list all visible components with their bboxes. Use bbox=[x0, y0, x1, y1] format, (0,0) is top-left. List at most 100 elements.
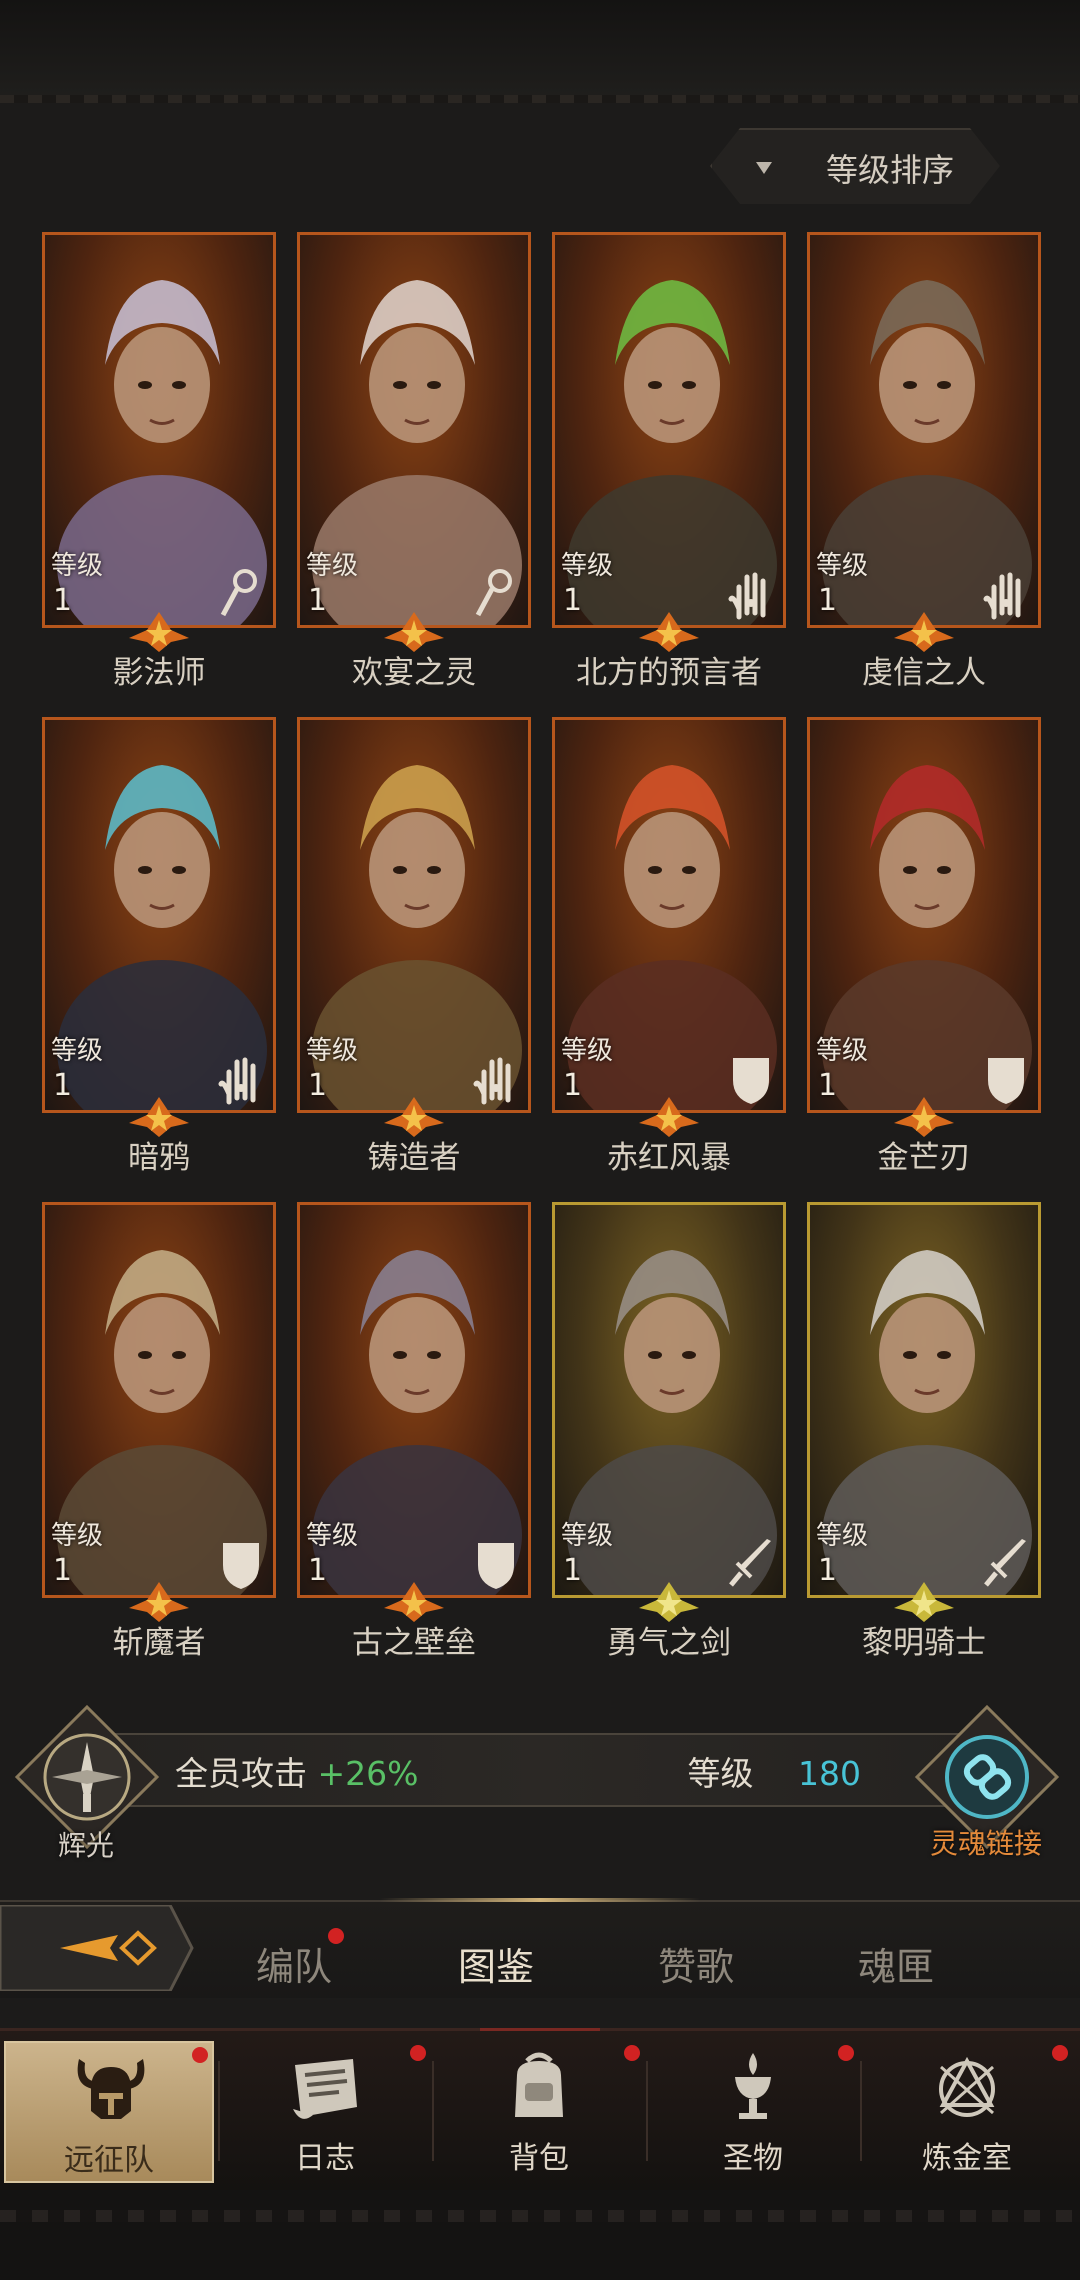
hero-level-value: 1 bbox=[308, 583, 328, 618]
hero-portrait-frame: 等级 1 bbox=[297, 1202, 531, 1598]
alchemy-icon bbox=[939, 2056, 995, 2117]
hero-level-value: 1 bbox=[308, 1068, 328, 1103]
hero-portrait-frame: 等级 1 bbox=[552, 232, 786, 628]
hero-card[interactable]: 等级 1 铸造者 bbox=[297, 717, 531, 1187]
star-emblem-icon bbox=[129, 1097, 189, 1137]
tab-formation-label: 编队 bbox=[255, 1945, 332, 1989]
backpack-icon bbox=[515, 2052, 563, 2117]
team-stat-bar: 全员攻击 +26% 等级 180 bbox=[95, 1733, 985, 1807]
hero-level-value: 1 bbox=[818, 1068, 838, 1103]
hero-level-value: 1 bbox=[53, 1068, 73, 1103]
notification-dot bbox=[838, 2045, 854, 2061]
notification-dot bbox=[1052, 2045, 1068, 2061]
shield-icon bbox=[478, 1543, 514, 1589]
star-emblem-icon bbox=[639, 1097, 699, 1137]
tab-codex-label: 图鉴 bbox=[457, 1945, 534, 1989]
team-attack-stat: 全员攻击 +26% bbox=[175, 1747, 419, 1795]
star-emblem-icon bbox=[129, 1582, 189, 1622]
star-emblem-icon bbox=[894, 1582, 954, 1622]
attack-label: 全员攻击 bbox=[175, 1754, 307, 1793]
tab-formation[interactable]: 编队 bbox=[224, 1928, 364, 1991]
tab-soul-box-label: 魂匣 bbox=[857, 1945, 934, 1989]
attack-value: +26% bbox=[317, 1754, 419, 1793]
hero-card[interactable]: 等级 1 欢宴之灵 bbox=[297, 232, 531, 702]
sword-icon bbox=[729, 1539, 771, 1587]
hero-portrait-frame: 等级 1 bbox=[807, 1202, 1041, 1598]
nav-expedition-label: 远征队 bbox=[64, 2143, 154, 2178]
scroll-icon bbox=[293, 2059, 357, 2119]
shield-icon bbox=[988, 1058, 1024, 1104]
viking-helmet-icon bbox=[77, 2059, 145, 2119]
soul-link-label: 灵魂链接 bbox=[930, 1827, 1043, 1860]
dropdown-triangle-icon bbox=[756, 162, 772, 174]
hand-icon bbox=[218, 1057, 256, 1105]
sword-icon bbox=[984, 1539, 1026, 1587]
tab-soul-box[interactable]: 魂匣 bbox=[826, 1936, 966, 1991]
hero-portrait-frame: 等级 1 bbox=[42, 717, 276, 1113]
top-ornament-band bbox=[0, 0, 1080, 103]
nav-relics[interactable]: 圣物 bbox=[648, 2041, 858, 2183]
hero-level-value: 1 bbox=[563, 1553, 583, 1588]
hero-card[interactable]: 等级 1 斩魔者 bbox=[42, 1202, 276, 1672]
hero-name: 黎明骑士 bbox=[862, 1625, 986, 1661]
hero-portrait-frame: 等级 1 bbox=[42, 232, 276, 628]
hero-portrait-frame: 等级 1 bbox=[42, 1202, 276, 1598]
hero-level-label: 等级 bbox=[306, 551, 359, 581]
hero-level-label: 等级 bbox=[51, 1521, 104, 1551]
hero-card[interactable]: 等级 1 金芒刃 bbox=[807, 717, 1041, 1187]
notification-dot bbox=[624, 2045, 640, 2061]
radiance-label: 辉光 bbox=[58, 1829, 115, 1862]
nav-alchemy-room[interactable]: 炼金室 bbox=[862, 2041, 1072, 2183]
hero-level-label: 等级 bbox=[306, 1521, 359, 1551]
staff-icon bbox=[475, 569, 512, 617]
hero-card[interactable]: 等级 1 勇气之剑 bbox=[552, 1202, 786, 1672]
hero-portrait-frame: 等级 1 bbox=[552, 717, 786, 1113]
team-level-value: 180 bbox=[798, 1754, 861, 1793]
hero-portrait-frame: 等级 1 bbox=[807, 717, 1041, 1113]
hero-level-label: 等级 bbox=[816, 1521, 869, 1551]
hero-level-label: 等级 bbox=[816, 1036, 869, 1066]
tab-anthem[interactable]: 赞歌 bbox=[626, 1936, 766, 1991]
nav-backpack[interactable]: 背包 bbox=[434, 2041, 644, 2183]
hero-card[interactable]: 等级 1 黎明骑士 bbox=[807, 1202, 1041, 1672]
star-emblem-icon bbox=[384, 1582, 444, 1622]
hero-card[interactable]: 等级 1 赤红风暴 bbox=[552, 717, 786, 1187]
star-emblem-icon bbox=[639, 612, 699, 652]
hero-level-value: 1 bbox=[53, 583, 73, 618]
nav-expedition[interactable]: 远征队 bbox=[4, 2041, 214, 2183]
hero-card[interactable]: 等级 1 古之壁垒 bbox=[297, 1202, 531, 1672]
chalice-icon bbox=[735, 2053, 771, 2119]
hand-icon bbox=[983, 572, 1021, 620]
hero-level-value: 1 bbox=[818, 1553, 838, 1588]
nav-relics-label: 圣物 bbox=[723, 2141, 783, 2176]
hero-portrait-frame: 等级 1 bbox=[297, 232, 531, 628]
notification-dot bbox=[192, 2047, 208, 2063]
hero-card[interactable]: 等级 1 影法师 bbox=[42, 232, 276, 702]
team-level-stat: 等级 180 bbox=[688, 1747, 862, 1795]
hero-card[interactable]: 等级 1 北方的预言者 bbox=[552, 232, 786, 702]
hero-card[interactable]: 等级 1 暗鸦 bbox=[42, 717, 276, 1187]
star-emblem-icon bbox=[639, 1582, 699, 1622]
hero-portrait-frame: 等级 1 bbox=[807, 232, 1041, 628]
sort-by-level-button[interactable]: 等级排序 bbox=[710, 128, 1000, 204]
tab-codex[interactable]: 图鉴 bbox=[426, 1936, 566, 1991]
back-button[interactable] bbox=[0, 1903, 195, 1993]
hero-name: 虔信之人 bbox=[862, 655, 986, 691]
hero-level-value: 1 bbox=[563, 583, 583, 618]
star-emblem-icon bbox=[384, 1097, 444, 1137]
hero-name: 影法师 bbox=[112, 655, 206, 691]
tab-anthem-label: 赞歌 bbox=[657, 1945, 734, 1989]
nav-journal[interactable]: 日志 bbox=[220, 2041, 430, 2183]
star-emblem-icon bbox=[894, 1097, 954, 1137]
hero-name: 古之壁垒 bbox=[352, 1625, 476, 1661]
hero-level-label: 等级 bbox=[51, 551, 104, 581]
hero-level-value: 1 bbox=[818, 583, 838, 618]
hero-level-label: 等级 bbox=[561, 1521, 614, 1551]
hero-name: 斩魔者 bbox=[112, 1625, 206, 1661]
hero-name: 铸造者 bbox=[367, 1140, 461, 1176]
hero-level-value: 1 bbox=[563, 1068, 583, 1103]
hero-card[interactable]: 等级 1 虔信之人 bbox=[807, 232, 1041, 702]
hero-level-value: 1 bbox=[308, 1553, 328, 1588]
star-emblem-icon bbox=[384, 612, 444, 652]
hero-level-label: 等级 bbox=[816, 551, 869, 581]
